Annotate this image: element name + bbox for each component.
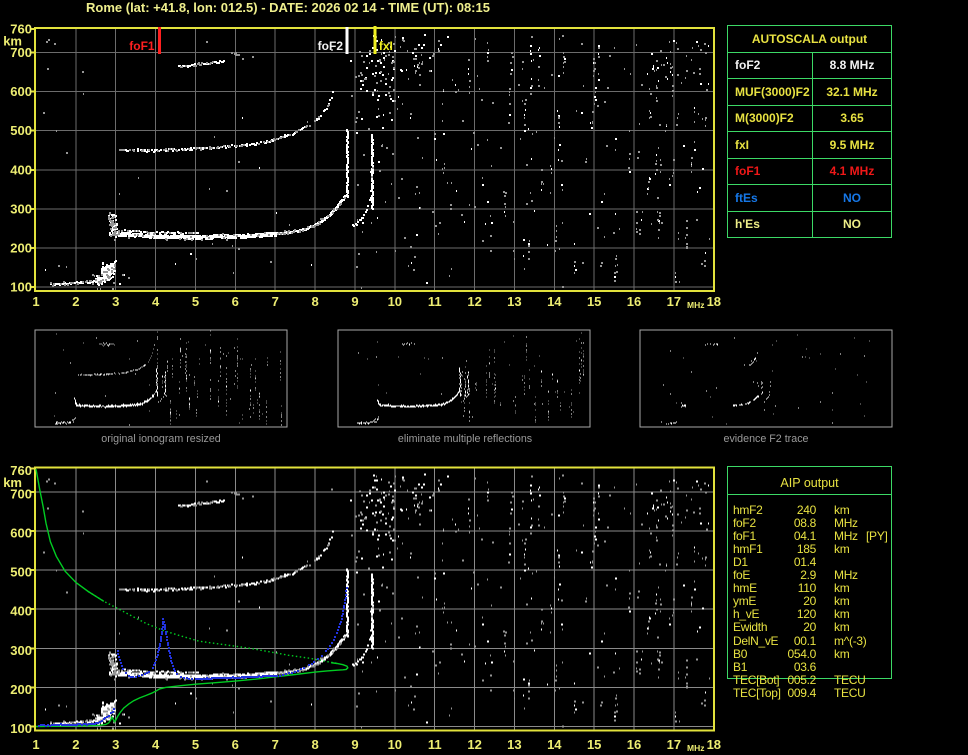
svg-text:14: 14 [547,294,562,309]
svg-text:4: 4 [152,737,160,752]
svg-text:500: 500 [10,123,32,138]
svg-text:16: 16 [627,294,641,309]
svg-text:13: 13 [507,294,521,309]
svg-text:6: 6 [232,294,239,309]
svg-text:14: 14 [547,737,562,752]
svg-text:4: 4 [152,294,160,309]
svg-text:MHz: MHz [687,300,704,310]
svg-text:12: 12 [467,294,481,309]
svg-text:15: 15 [587,737,601,752]
svg-text:300: 300 [10,643,32,658]
svg-text:200: 200 [10,682,32,697]
svg-text:18: 18 [707,737,721,752]
svg-text:200: 200 [10,241,32,256]
svg-text:17: 17 [667,737,681,752]
svg-text:9: 9 [351,294,358,309]
svg-text:9: 9 [351,737,358,752]
svg-text:km: km [3,34,22,49]
svg-text:7: 7 [272,737,279,752]
svg-text:6: 6 [232,737,239,752]
svg-text:10: 10 [388,737,402,752]
svg-text:2: 2 [72,737,79,752]
svg-text:100: 100 [10,280,32,295]
svg-text:11: 11 [428,294,442,309]
svg-text:400: 400 [10,162,32,177]
svg-text:8: 8 [311,294,318,309]
svg-text:12: 12 [467,737,481,752]
svg-text:8: 8 [311,737,318,752]
svg-text:300: 300 [10,202,32,217]
svg-text:foF1: foF1 [129,39,155,53]
svg-text:2: 2 [72,294,79,309]
svg-text:3: 3 [112,737,119,752]
svg-text:400: 400 [10,604,32,619]
svg-text:7: 7 [272,294,279,309]
svg-text:100: 100 [10,721,32,736]
svg-text:fxI: fxI [379,39,393,53]
svg-text:16: 16 [627,737,641,752]
svg-text:10: 10 [388,294,402,309]
svg-text:km: km [3,475,22,490]
svg-text:11: 11 [428,737,442,752]
svg-text:1: 1 [32,737,39,752]
svg-text:1: 1 [32,294,39,309]
svg-text:foF2: foF2 [318,39,344,53]
svg-text:5: 5 [192,294,199,309]
svg-text:500: 500 [10,565,32,580]
svg-text:17: 17 [667,294,681,309]
svg-text:13: 13 [507,737,521,752]
svg-text:600: 600 [10,525,32,540]
svg-text:18: 18 [707,294,721,309]
svg-text:15: 15 [587,294,601,309]
svg-text:MHz: MHz [687,743,704,753]
svg-text:3: 3 [112,294,119,309]
svg-text:600: 600 [10,84,32,99]
svg-text:5: 5 [192,737,199,752]
